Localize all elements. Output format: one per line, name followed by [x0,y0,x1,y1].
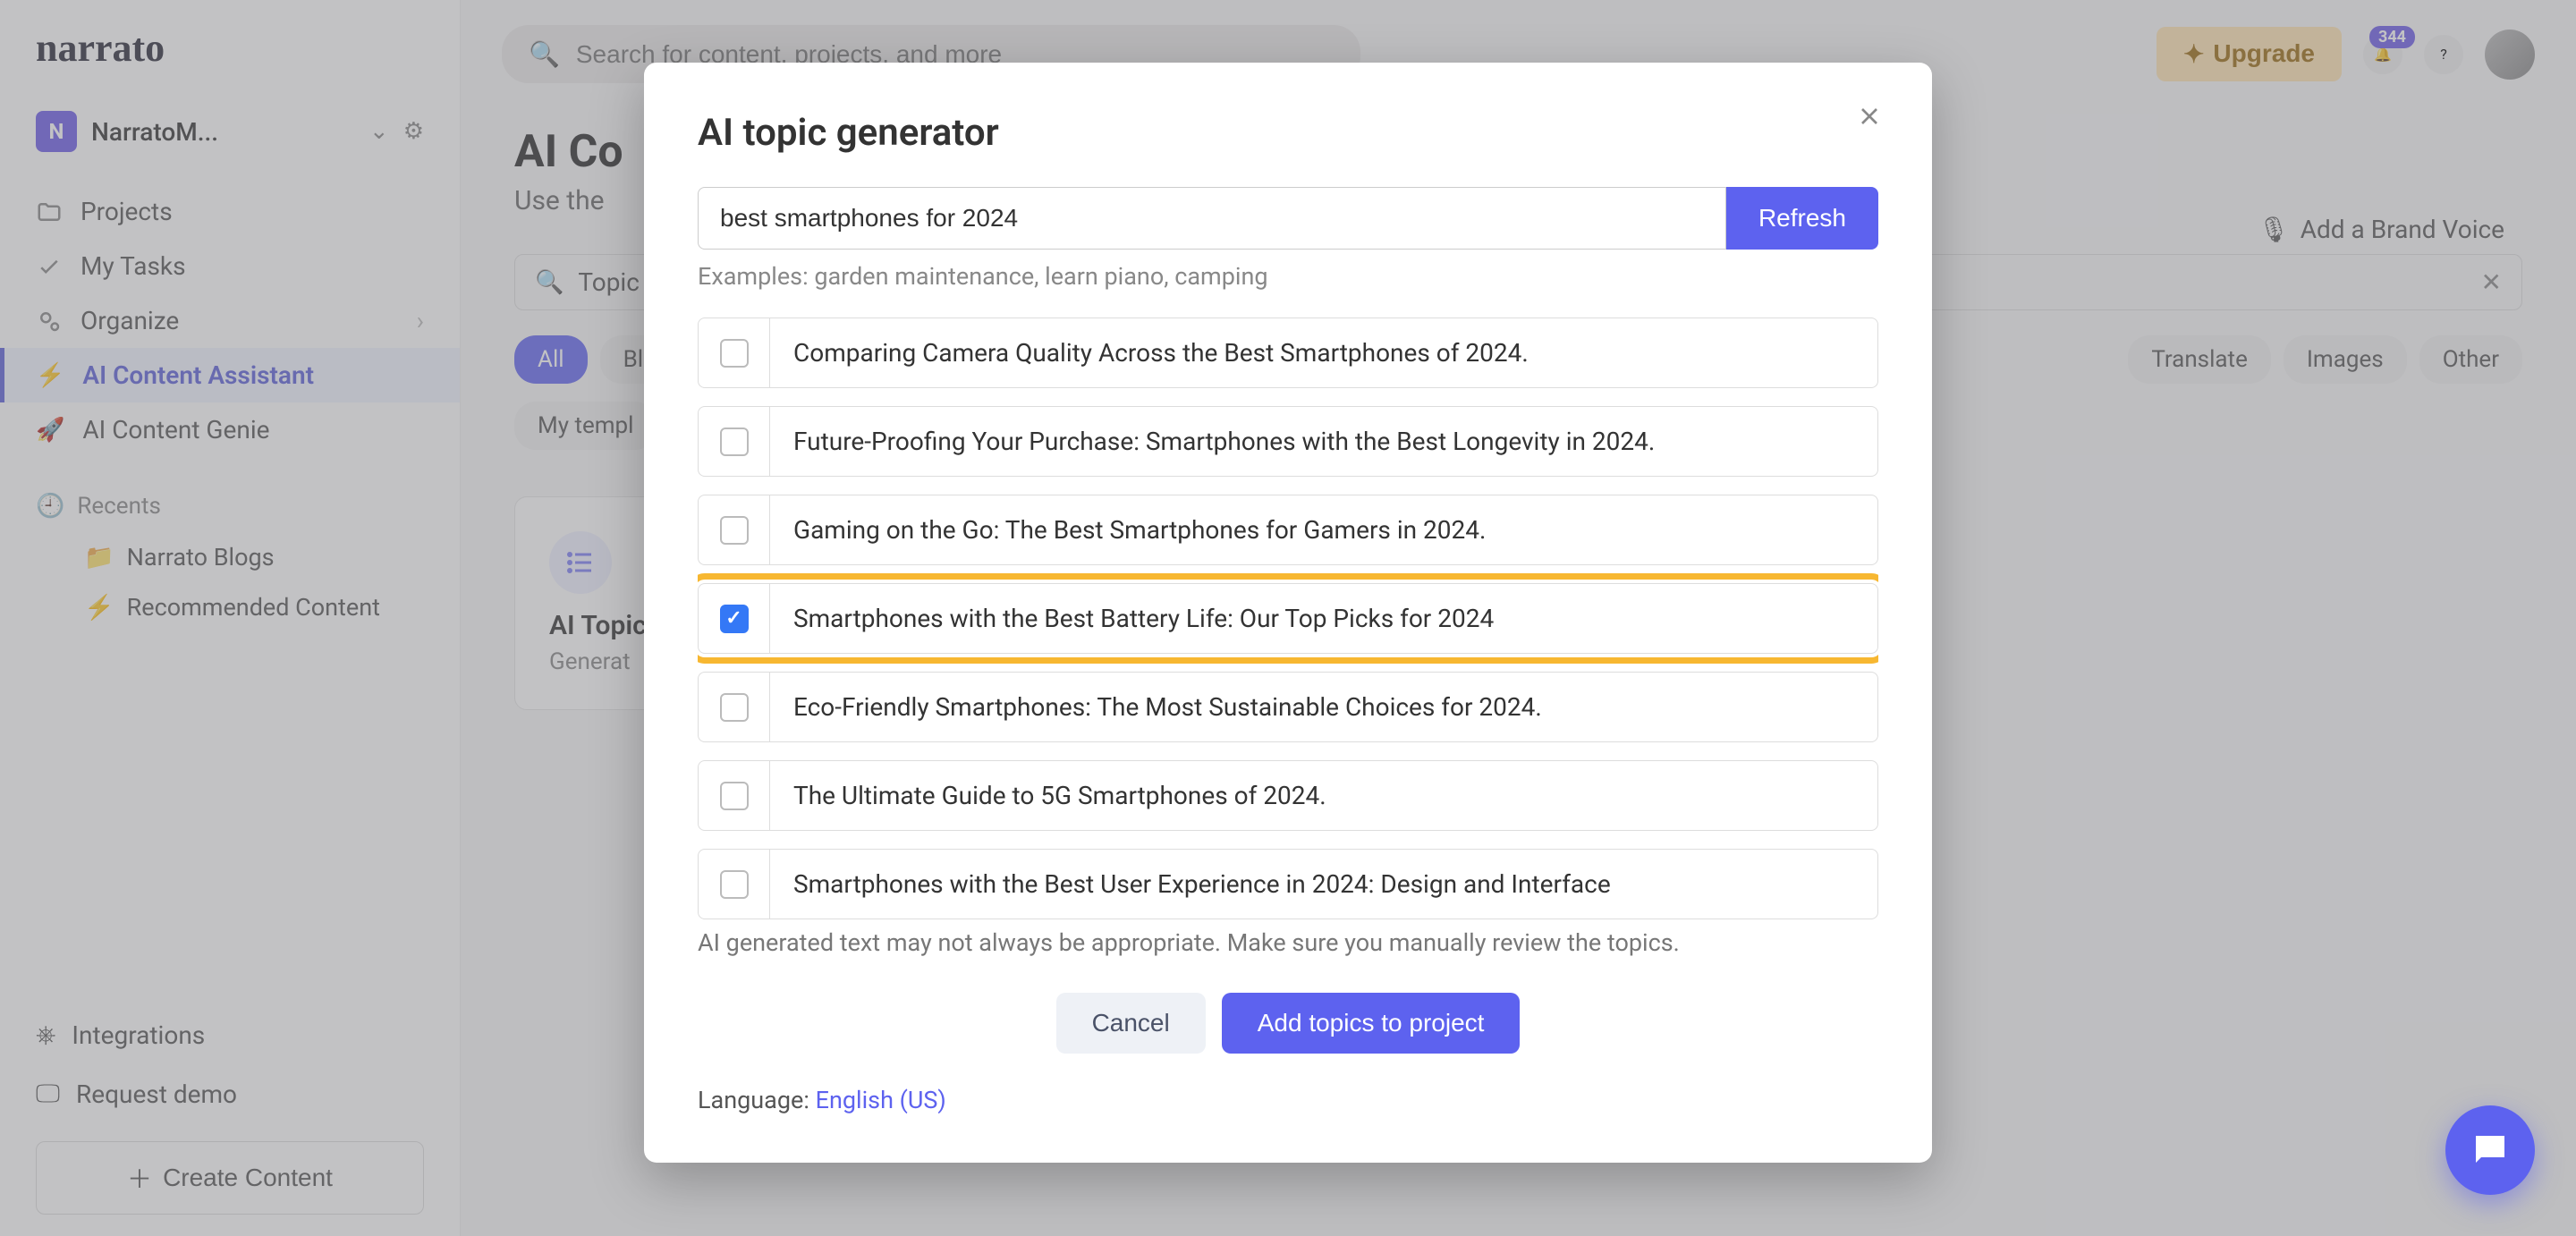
cancel-button[interactable]: Cancel [1056,993,1206,1054]
topic-text[interactable]: Smartphones with the Best Battery Life: … [770,584,1877,653]
topic-checkbox-cell[interactable] [699,318,770,387]
topic-checkbox[interactable] [720,782,749,810]
topic-checkbox-cell[interactable] [699,673,770,741]
chat-fab[interactable] [2445,1105,2535,1195]
topic-checkbox[interactable] [720,605,749,633]
chat-icon [2469,1129,2512,1172]
topic-text[interactable]: Smartphones with the Best User Experienc… [770,850,1877,919]
topic-row: The Ultimate Guide to 5G Smartphones of … [698,760,1878,831]
topic-checkbox[interactable] [720,870,749,899]
topic-text[interactable]: Eco-Friendly Smartphones: The Most Susta… [770,673,1877,741]
topic-text[interactable]: Comparing Camera Quality Across the Best… [770,318,1877,387]
topic-text[interactable]: Gaming on the Go: The Best Smartphones f… [770,495,1877,564]
topic-row: Gaming on the Go: The Best Smartphones f… [698,495,1878,565]
topic-checkbox-cell[interactable] [699,495,770,564]
ai-topic-generator-modal: AI topic generator Refresh Examples: gar… [644,63,1932,1163]
topic-checkbox[interactable] [720,516,749,545]
topic-checkbox[interactable] [720,693,749,722]
close-modal-button[interactable] [1855,102,1884,134]
topic-row: Comparing Camera Quality Across the Best… [698,317,1878,388]
topic-row: Smartphones with the Best User Experienc… [698,849,1878,919]
topic-checkbox[interactable] [720,339,749,368]
topic-checkbox-cell[interactable] [699,850,770,919]
examples-text: Examples: garden maintenance, learn pian… [698,262,1878,291]
language-row: Language: English (US) [698,1086,1878,1114]
topic-row: Smartphones with the Best Battery Life: … [698,583,1878,654]
disclaimer-text: AI generated text may not always be appr… [698,928,1878,957]
language-link[interactable]: English (US) [816,1086,946,1114]
topic-checkbox-cell[interactable] [699,584,770,653]
topic-row: Eco-Friendly Smartphones: The Most Susta… [698,672,1878,742]
topic-text[interactable]: The Ultimate Guide to 5G Smartphones of … [770,761,1877,830]
refresh-button[interactable]: Refresh [1726,187,1878,250]
add-topics-button[interactable]: Add topics to project [1222,993,1521,1054]
modal-title: AI topic generator [698,111,1878,155]
topic-checkbox-cell[interactable] [699,761,770,830]
topic-text[interactable]: Future-Proofing Your Purchase: Smartphon… [770,407,1877,476]
topic-row: Future-Proofing Your Purchase: Smartphon… [698,406,1878,477]
topic-list: Comparing Camera Quality Across the Best… [698,317,1878,919]
topic-checkbox[interactable] [720,428,749,456]
topic-checkbox-cell[interactable] [699,407,770,476]
topic-input[interactable] [698,187,1726,250]
